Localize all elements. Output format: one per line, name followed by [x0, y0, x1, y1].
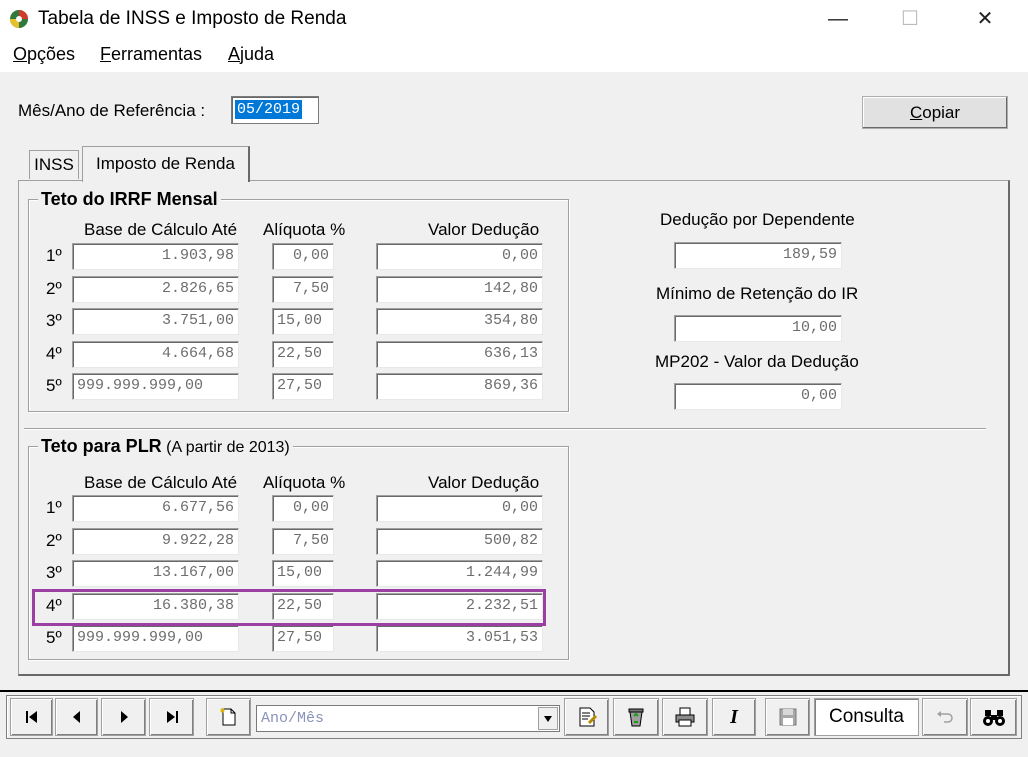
copy-button[interactable]: Copiar	[862, 96, 1008, 129]
irrf-group-title: Teto do IRRF Mensal	[38, 189, 221, 210]
save-button[interactable]	[765, 698, 810, 736]
plr-deducao-field[interactable]: 1.244,99	[376, 560, 543, 587]
irrf-header-aliquota: Alíquota %	[263, 220, 346, 239]
last-record-button[interactable]	[149, 698, 194, 736]
minimize-button[interactable]: —	[815, 0, 861, 38]
plr-header-aliquota: Alíquota %	[263, 473, 346, 492]
next-record-icon	[120, 711, 128, 723]
plr-aliquota-field[interactable]: 27,50	[272, 625, 334, 652]
irrf-base-field[interactable]: 4.664,68	[72, 341, 239, 368]
printer-icon	[675, 707, 695, 727]
reference-label: Mês/Ano de Referência :	[18, 101, 206, 120]
plr-aliquota-field[interactable]: 0,00	[272, 495, 334, 522]
reference-input[interactable]: 05/2019	[231, 96, 319, 124]
undo-icon	[937, 711, 953, 723]
previous-record-icon	[72, 711, 80, 723]
combo-dropdown-button[interactable]	[538, 707, 558, 730]
menu-bar: Opções Ferramentas Ajuda	[0, 38, 1028, 72]
mode-indicator: Consulta	[814, 698, 919, 736]
irrf-base-field[interactable]: 1.903,98	[72, 243, 239, 270]
undo-button[interactable]	[922, 698, 968, 736]
title-bar: Tabela de INSS e Imposto de Renda — ☐ ✕	[0, 0, 1028, 38]
irrf-base-field[interactable]: 3.751,00	[72, 308, 239, 335]
new-document-icon	[219, 708, 235, 726]
plr-row-ordinal: 3º	[46, 563, 62, 582]
plr-deducao-field[interactable]: 500,82	[376, 528, 543, 555]
minimum-retention-field[interactable]: 10,00	[674, 315, 842, 342]
irrf-aliquota-field[interactable]: 0,00	[272, 243, 334, 270]
delete-button[interactable]	[613, 698, 659, 736]
floppy-disk-icon	[779, 708, 796, 726]
plr-row-ordinal: 1º	[46, 498, 62, 517]
irrf-row-ordinal: 2º	[46, 279, 62, 298]
menu-opcoes[interactable]: Opções	[13, 44, 75, 65]
irrf-row-ordinal: 5º	[46, 376, 62, 395]
document-edit-icon	[579, 707, 597, 727]
irrf-header-base: Base de Cálculo Até	[84, 220, 238, 239]
search-button[interactable]	[970, 698, 1017, 736]
last-record-icon	[166, 711, 178, 723]
highlight-box	[32, 589, 546, 626]
maximize-button[interactable]: ☐	[887, 0, 933, 38]
binoculars-icon	[982, 710, 1005, 726]
irrf-aliquota-field[interactable]: 27,50	[272, 373, 334, 400]
irrf-header-deducao: Valor Dedução	[428, 220, 540, 239]
dependent-deduction-label: Dedução por Dependente	[660, 210, 855, 229]
section-divider	[24, 428, 986, 430]
edit-document-button[interactable]	[564, 698, 609, 736]
plr-base-field[interactable]: 9.922,28	[72, 528, 239, 555]
next-record-button[interactable]	[101, 698, 146, 736]
plr-header-base: Base de Cálculo Até	[84, 473, 238, 492]
plr-group-title: Teto para PLR (A partir de 2013)	[38, 436, 293, 457]
plr-row-ordinal: 5º	[46, 628, 62, 647]
new-record-button[interactable]	[206, 698, 251, 736]
irrf-deducao-field[interactable]: 869,36	[376, 373, 543, 400]
italic-icon: I	[730, 706, 738, 728]
irrf-base-field[interactable]: 2.826,65	[72, 276, 239, 303]
plr-header-deducao: Valor Dedução	[428, 473, 540, 492]
italic-button[interactable]: I	[712, 698, 756, 736]
irrf-row-ordinal: 4º	[46, 344, 62, 363]
plr-aliquota-field[interactable]: 7,50	[272, 528, 334, 555]
irrf-deducao-field[interactable]: 0,00	[376, 243, 543, 270]
window-title: Tabela de INSS e Imposto de Renda	[38, 8, 347, 29]
first-record-icon	[25, 711, 37, 723]
irrf-aliquota-field[interactable]: 7,50	[272, 276, 334, 303]
minimum-retention-label: Mínimo de Retenção do IR	[656, 284, 859, 303]
close-button[interactable]: ✕	[962, 0, 1008, 38]
plr-aliquota-field[interactable]: 15,00	[272, 560, 334, 587]
reference-value: 05/2019	[235, 100, 303, 119]
mp202-deduction-field[interactable]: 0,00	[674, 383, 842, 410]
recycle-bin-icon	[628, 708, 644, 727]
plr-deducao-field[interactable]: 0,00	[376, 495, 543, 522]
previous-record-button[interactable]	[55, 698, 98, 736]
menu-ferramentas[interactable]: Ferramentas	[100, 44, 202, 65]
plr-base-field[interactable]: 999.999.999,00	[72, 625, 239, 652]
year-month-combo[interactable]: Ano/Mês	[256, 705, 560, 732]
mp202-deduction-label: MP202 - Valor da Dedução	[655, 352, 859, 371]
plr-row-ordinal: 2º	[46, 531, 62, 550]
print-button[interactable]	[662, 698, 708, 736]
first-record-button[interactable]	[10, 698, 53, 736]
tab-imposto-de-renda[interactable]: Imposto de Renda	[82, 146, 250, 182]
app-icon	[10, 10, 28, 28]
plr-deducao-field[interactable]: 3.051,53	[376, 625, 543, 652]
combo-placeholder: Ano/Mês	[261, 710, 325, 727]
menu-ajuda[interactable]: Ajuda	[228, 44, 274, 65]
irrf-deducao-field[interactable]: 636,13	[376, 341, 543, 368]
irrf-base-field[interactable]: 999.999.999,00	[72, 373, 239, 400]
chevron-down-icon	[544, 716, 552, 722]
irrf-aliquota-field[interactable]: 15,00	[272, 308, 334, 335]
irrf-row-ordinal: 3º	[46, 311, 62, 330]
irrf-aliquota-field[interactable]: 22,50	[272, 341, 334, 368]
plr-base-field[interactable]: 13.167,00	[72, 560, 239, 587]
irrf-deducao-field[interactable]: 142,80	[376, 276, 543, 303]
tab-inss[interactable]: INSS	[29, 150, 79, 179]
plr-base-field[interactable]: 6.677,56	[72, 495, 239, 522]
irrf-row-ordinal: 1º	[46, 246, 62, 265]
irrf-deducao-field[interactable]: 354,80	[376, 308, 543, 335]
dependent-deduction-field[interactable]: 189,59	[674, 242, 842, 269]
